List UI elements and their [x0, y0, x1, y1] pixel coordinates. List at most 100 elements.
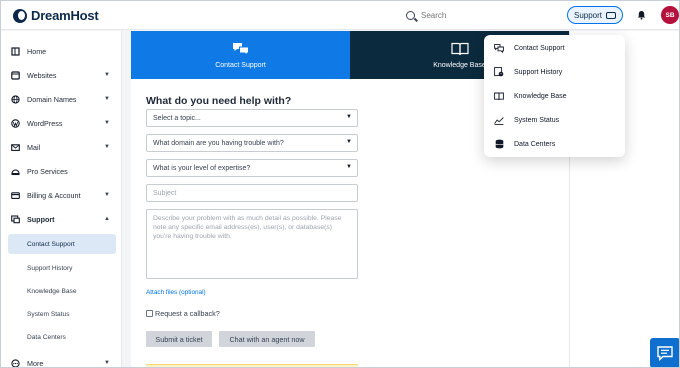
sidebar-item-label: Billing & Account — [27, 190, 81, 200]
menu-item-data-centers[interactable]: Data Centers — [484, 132, 625, 156]
sidebar-item-more[interactable]: More ▼ — [1, 353, 122, 368]
home-icon — [11, 46, 20, 56]
menu-item-label: Knowledge Base — [514, 92, 567, 100]
mail-icon — [11, 143, 20, 152]
book-icon — [450, 42, 469, 55]
brand-name: DreamHost — [31, 8, 99, 23]
topic-select[interactable]: Select a topic... ▼ — [146, 109, 358, 127]
sidebar-item-label: Pro Services — [27, 166, 68, 176]
sidebar: Home Websites ▼ Domain Names ▼ WordPress… — [1, 31, 122, 368]
sidebar-item-label: Mail — [27, 142, 41, 152]
dreamhost-logo-icon — [13, 8, 27, 23]
history-icon — [494, 67, 504, 77]
billing-icon — [11, 191, 20, 200]
chevron-down-icon: ▼ — [104, 144, 110, 150]
pro-services-icon — [11, 167, 20, 176]
wordpress-icon — [11, 118, 20, 128]
topic-select-value: Select a topic... — [153, 114, 201, 122]
chevron-down-icon: ▼ — [104, 360, 110, 366]
chevron-down-icon: ▼ — [346, 114, 352, 120]
search-box[interactable] — [400, 5, 550, 25]
form-heading: What do you need help with? — [146, 95, 292, 107]
notice-banner — [146, 364, 358, 367]
bell-icon[interactable] — [637, 10, 646, 20]
search-icon — [406, 10, 415, 20]
menu-item-support-history[interactable]: Support History — [484, 60, 625, 84]
menu-item-contact-support[interactable]: Contact Support — [484, 36, 625, 60]
chat-icon — [657, 345, 673, 361]
tab-contact-support[interactable]: Contact Support — [131, 31, 350, 79]
support-dropdown-menu: Contact Support Support History Knowledg… — [484, 35, 625, 157]
sidebar-subitem-contact-support[interactable]: Contact Support — [8, 234, 116, 254]
chat-bubbles-icon — [494, 43, 504, 53]
callback-checkbox[interactable] — [146, 310, 153, 317]
menu-item-label: Contact Support — [514, 44, 565, 52]
sidebar-subitem-knowledge-base[interactable]: Knowledge Base — [8, 281, 116, 301]
chevron-down-icon: ▼ — [104, 192, 110, 198]
dreamhost-logo[interactable]: DreamHost — [13, 8, 99, 23]
description-placeholder: Describe your problem with as much detai… — [153, 215, 342, 240]
tab-label: Knowledge Base — [433, 61, 486, 69]
sidebar-item-label: Home — [27, 46, 47, 56]
tab-label: Contact Support — [215, 61, 266, 69]
sidebar-item-label: More — [27, 358, 44, 368]
chevron-down-icon: ▼ — [346, 139, 352, 145]
chevron-down-icon: ▼ — [104, 72, 110, 78]
globe-window-icon — [11, 70, 20, 80]
chevron-up-icon: ▲ — [104, 216, 110, 222]
app-window: DreamHost Support SB Home Websites ▼ Dom — [0, 0, 680, 368]
sidebar-item-wordpress[interactable]: WordPress ▼ — [1, 113, 122, 133]
attach-files-link[interactable]: Attach files (optional) — [146, 289, 206, 296]
sidebar-item-label: Support — [27, 214, 55, 224]
book-icon — [494, 91, 504, 101]
expertise-select[interactable]: What is your level of expertise? ▼ — [146, 159, 358, 177]
sidebar-item-label: WordPress — [27, 118, 63, 128]
sidebar-item-home[interactable]: Home — [1, 41, 122, 61]
avatar[interactable]: SB — [661, 6, 679, 24]
menu-item-label: Data Centers — [514, 140, 556, 148]
chevron-down-icon: ▼ — [346, 164, 352, 170]
expertise-select-value: What is your level of expertise? — [153, 164, 251, 172]
chat-bubbles-icon — [232, 42, 249, 56]
sidebar-subitem-label: Data Centers — [27, 333, 66, 341]
sidebar-subitem-system-status[interactable]: System Status — [8, 304, 116, 324]
sidebar-subitem-support-history[interactable]: Support History — [8, 258, 116, 278]
domain-select-value: What domain are you having trouble with? — [153, 139, 284, 147]
sidebar-item-billing[interactable]: Billing & Account ▼ — [1, 185, 122, 205]
sidebar-item-label: Websites — [27, 70, 57, 80]
top-bar: DreamHost Support SB — [1, 1, 679, 30]
sidebar-subitem-label: Support History — [27, 264, 73, 272]
chat-agent-button[interactable]: Chat with an agent now — [219, 331, 315, 347]
support-menu-button[interactable]: Support — [567, 6, 623, 24]
submit-ticket-button[interactable]: Submit a ticket — [146, 331, 212, 347]
database-icon — [494, 139, 504, 149]
search-input[interactable] — [421, 10, 541, 20]
domain-select[interactable]: What domain are you having trouble with?… — [146, 134, 358, 152]
callback-label: Request a callback? — [155, 309, 220, 318]
subject-placeholder: Subject — [153, 189, 177, 197]
sidebar-item-domain-names[interactable]: Domain Names ▼ — [1, 89, 122, 109]
sidebar-item-pro-services[interactable]: Pro Services — [1, 161, 122, 181]
support-button-label: Support — [573, 10, 603, 20]
menu-item-knowledge-base[interactable]: Knowledge Base — [484, 84, 625, 108]
support-icon — [11, 214, 20, 224]
sidebar-item-support[interactable]: Support ▲ — [1, 209, 122, 229]
sidebar-subitem-label: System Status — [27, 310, 70, 318]
chevron-down-icon: ▼ — [104, 96, 110, 102]
chevron-down-icon: ▼ — [104, 120, 110, 126]
callback-option[interactable]: Request a callback? — [146, 309, 220, 318]
activity-chart-icon — [494, 115, 504, 125]
globe-icon — [11, 94, 20, 104]
subject-field[interactable]: Subject — [146, 184, 358, 202]
description-textarea[interactable]: Describe your problem with as much detai… — [146, 209, 358, 279]
menu-item-system-status[interactable]: System Status — [484, 108, 625, 132]
sidebar-item-label: Domain Names — [27, 94, 77, 104]
menu-item-label: System Status — [514, 116, 560, 124]
sidebar-subitem-data-centers[interactable]: Data Centers — [8, 327, 116, 347]
sidebar-item-websites[interactable]: Websites ▼ — [1, 65, 122, 85]
more-icon — [11, 358, 20, 367]
sidebar-subitem-label: Contact Support — [27, 240, 75, 248]
sidebar-item-mail[interactable]: Mail ▼ — [1, 137, 122, 157]
sidebar-subitem-label: Knowledge Base — [27, 287, 77, 295]
live-chat-button[interactable] — [650, 338, 679, 367]
